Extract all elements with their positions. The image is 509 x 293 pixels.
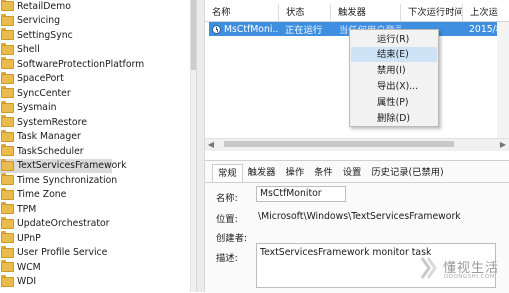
tree-item-label: WDI <box>17 276 37 288</box>
tree-item-label: SystemRestore <box>17 116 87 128</box>
tree-item-label: Shell <box>17 44 40 56</box>
task-list-header: 名称 状态 触发器 下次运行时间 上次运 <box>205 4 509 22</box>
tree-item[interactable]: Shell <box>0 42 180 58</box>
folder-icon <box>1 202 14 215</box>
tree-item-label: SoftwareProtectionPlatform <box>17 58 145 70</box>
column-header-next-run[interactable]: 下次运行时间 <box>401 4 463 21</box>
tree-item-label: User Profile Service <box>17 247 108 259</box>
tree-item[interactable]: TPM <box>0 202 180 217</box>
location-value: \Microsoft\Windows\TextServicesFramework <box>258 211 461 222</box>
task-clock-icon <box>212 24 221 34</box>
task-list-vertical-scrollbar[interactable] <box>497 22 509 138</box>
folder-icon <box>1 100 14 113</box>
watermark-subtext: DDONGSHI.COM <box>444 274 496 280</box>
scroll-left-arrow-icon[interactable]: ◀ <box>205 139 217 151</box>
name-field[interactable]: MsCtfMonitor <box>256 186 346 202</box>
tree-item[interactable]: TaskScheduler <box>0 144 180 159</box>
menu-item-export[interactable]: 导出(X)... <box>351 79 437 94</box>
pane-splitter[interactable] <box>196 0 205 292</box>
column-header-name[interactable]: 名称 <box>205 4 279 21</box>
folder-icon <box>1 144 14 157</box>
tree-item-label: UpdateOrchestrator <box>17 218 110 230</box>
watermark-logo-icon <box>420 257 437 279</box>
menu-item-disable[interactable]: 禁用(I) <box>351 63 437 78</box>
tree-item-label: TPM <box>17 203 37 215</box>
column-header-status[interactable]: 状态 <box>279 4 331 21</box>
name-label: 名称: <box>216 193 238 204</box>
tree-item-label: Servicing <box>17 15 61 27</box>
folder-icon <box>1 173 14 186</box>
menu-item-end[interactable]: 结束(E) <box>351 47 437 62</box>
tab-settings[interactable]: 设置 <box>338 164 367 182</box>
tree-item[interactable]: SoftwareProtectionPlatform <box>0 57 180 72</box>
folder-icon <box>1 129 14 142</box>
tab-history[interactable]: 历史记录(已禁用) <box>366 164 448 182</box>
task-status: 正在运行 <box>285 25 323 36</box>
context-menu: 运行(R) 结束(E) 禁用(I) 导出(X)... 属性(P) 删除(D) <box>349 29 439 127</box>
scroll-right-arrow-icon[interactable]: ▶ <box>497 139 509 151</box>
tree-item-label: UPnP <box>17 232 41 244</box>
tree-item[interactable]: Time Zone <box>0 187 180 203</box>
folder-icon <box>1 42 14 55</box>
tree-item[interactable]: Sysmain <box>0 100 180 116</box>
folder-icon <box>1 0 14 12</box>
description-label: 描述: <box>216 253 238 264</box>
tree-item-label: SettingSync <box>17 29 73 41</box>
tree-item[interactable]: User Profile Service <box>0 245 180 261</box>
tree-item[interactable]: RetailDemo <box>0 0 180 14</box>
menu-item-run[interactable]: 运行(R) <box>351 32 437 47</box>
menu-item-properties[interactable]: 属性(P) <box>351 95 437 110</box>
task-list-horizontal-scroll-thumb[interactable] <box>224 141 454 147</box>
tree-item[interactable]: WCM <box>0 260 180 275</box>
tree-item[interactable]: UpdateOrchestrator <box>0 216 180 232</box>
tree-item-label: Time Zone <box>17 189 67 201</box>
folder-icon <box>1 86 14 99</box>
tab-actions[interactable]: 操作 <box>281 164 310 182</box>
folder-icon <box>1 274 14 287</box>
folder-icon <box>1 28 14 41</box>
location-label: 位置: <box>216 214 238 225</box>
tree-item-label: WCM <box>17 261 41 273</box>
folder-icon <box>1 245 14 258</box>
tree-item[interactable]: SyncCenter <box>0 86 180 101</box>
folder-icon <box>1 57 14 70</box>
tree-item-label: SyncCenter <box>17 87 71 99</box>
tree-item[interactable]: SystemRestore <box>0 115 180 130</box>
tree-item[interactable]: WDI <box>0 274 180 290</box>
tab-triggers[interactable]: 触发器 <box>243 164 281 182</box>
properties-tab-bar: 常规 触发器 操作 条件 设置 历史记录(已禁用) <box>205 164 509 183</box>
folder-icon <box>1 71 14 84</box>
tree-item-label: TaskScheduler <box>17 145 84 157</box>
tree-item-label: TextServicesFramework <box>17 160 127 172</box>
tree-item[interactable]: Servicing <box>0 13 180 29</box>
menu-item-delete[interactable]: 删除(D) <box>351 111 437 126</box>
tree-item-label: RetailDemo <box>17 0 71 12</box>
tree-item[interactable]: Time Synchronization <box>0 173 180 188</box>
folder-icon <box>1 216 14 229</box>
column-header-trigger[interactable]: 触发器 <box>331 4 401 21</box>
tab-conditions[interactable]: 条件 <box>309 164 338 182</box>
folder-icon <box>1 231 14 244</box>
tree-item-label: Task Manager <box>17 131 81 143</box>
tab-general[interactable]: 常规 <box>212 164 243 182</box>
folder-icon <box>1 187 14 200</box>
folder-icon <box>1 158 14 171</box>
tree-item-label: Sysmain <box>17 102 57 114</box>
tree-item[interactable]: SpacePort <box>0 71 180 87</box>
tree-item[interactable]: Task Manager <box>0 129 180 145</box>
task-name: MsCtfMoni... <box>224 23 279 35</box>
folder-icon <box>1 115 14 128</box>
folder-icon <box>1 13 14 26</box>
author-label: 创建者: <box>216 233 248 244</box>
tree-item-label: Time Synchronization <box>17 174 118 186</box>
column-header-last-run[interactable]: 上次运 <box>463 4 509 21</box>
folder-icon <box>1 260 14 273</box>
tree-item[interactable]: TextServicesFramework <box>0 158 126 173</box>
tree-item[interactable]: UPnP <box>0 231 180 246</box>
tree-item[interactable]: SettingSync <box>0 28 180 43</box>
folder-tree: RetailDemo Servicing SettingSync Shell Softw… <box>0 0 190 292</box>
tree-item-label: SpacePort <box>17 73 64 85</box>
